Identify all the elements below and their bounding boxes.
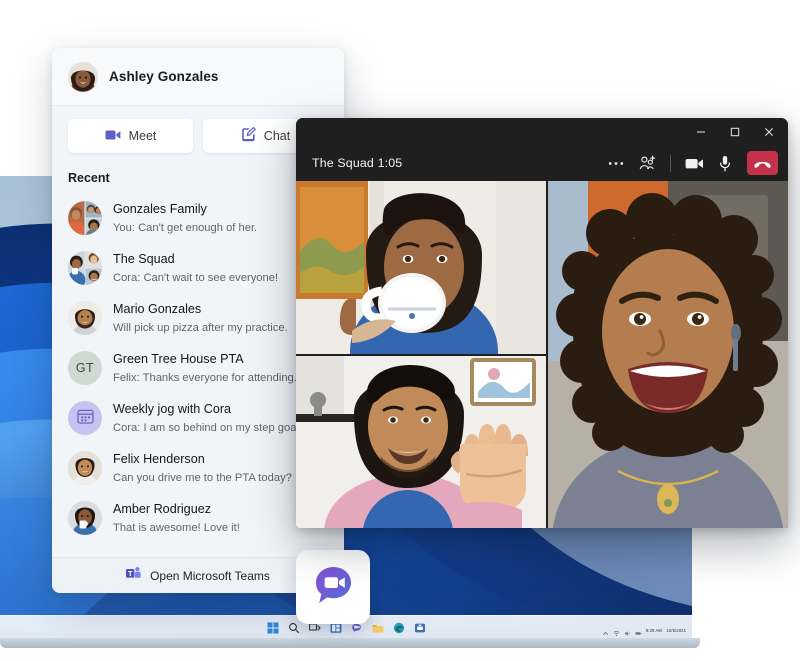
add-people-button[interactable] <box>633 150 661 176</box>
start-button[interactable] <box>267 621 279 633</box>
chat-title: Gonzales Family <box>113 202 207 216</box>
panel-header: Ashley Gonzales <box>52 48 344 106</box>
hang-up-button[interactable] <box>747 151 778 175</box>
laptop-base <box>0 638 700 648</box>
chat-preview: Will pick up pizza after my practice. <box>113 322 288 334</box>
avatar-amber-rodriguez <box>68 501 102 535</box>
chat-button-label: Chat <box>264 129 290 143</box>
group-avatar-gonzales-family <box>68 201 102 235</box>
clock-time: 8:28 AM <box>646 628 662 633</box>
group-avatar-the-squad <box>68 251 102 285</box>
avatar-mario-gonzales <box>68 301 102 335</box>
svg-text:T: T <box>128 569 133 578</box>
call-title: The Squad 1:05 <box>312 156 602 170</box>
volume-icon[interactable] <box>624 624 631 631</box>
maximize-button[interactable] <box>718 118 752 145</box>
store-icon[interactable] <box>414 621 426 633</box>
calendar-icon <box>77 408 94 429</box>
chat-preview: Can you drive me to the PTA today? <box>113 472 292 484</box>
taskbar-clock[interactable]: 8:28 AM 10/6/2021 <box>646 619 686 637</box>
chat-title: The Squad <box>113 252 175 266</box>
chat-app-icon[interactable] <box>296 550 370 624</box>
chat-video-bubble-icon <box>310 562 356 613</box>
chat-title: Felix Henderson <box>113 452 205 466</box>
open-microsoft-teams-label: Open Microsoft Teams <box>150 569 270 583</box>
chat-preview: Cora: I am so behind on my step goals. <box>113 422 308 434</box>
call-action-buttons <box>602 150 778 176</box>
network-icon[interactable] <box>613 624 620 631</box>
system-tray[interactable]: 8:28 AM 10/6/2021 <box>602 616 686 638</box>
avatar-initials: GT <box>76 361 94 375</box>
participant-tiles-left-column <box>296 181 546 528</box>
battery-icon[interactable] <box>635 624 642 631</box>
meet-button[interactable]: Meet <box>68 119 193 153</box>
clock-date: 10/6/2021 <box>666 628 686 633</box>
search-icon[interactable] <box>288 621 300 633</box>
current-user-avatar[interactable] <box>68 62 98 92</box>
more-options-button[interactable] <box>602 150 630 176</box>
compose-chat-icon <box>241 127 256 145</box>
call-toolbar: The Squad 1:05 <box>296 145 788 181</box>
chat-title: Weekly jog with Cora <box>113 402 231 416</box>
avatar-felix-henderson <box>68 451 102 485</box>
close-button[interactable] <box>752 118 786 145</box>
avatar-weekly-jog-with-cora <box>68 401 102 435</box>
current-user-name: Ashley Gonzales <box>109 69 219 84</box>
chat-preview: Felix: Thanks everyone for attending. <box>113 372 297 384</box>
meet-button-label: Meet <box>129 129 157 143</box>
minimize-button[interactable] <box>684 118 718 145</box>
call-window-titlebar[interactable] <box>296 118 788 145</box>
folder-icon[interactable] <box>372 621 384 633</box>
participant-tile-coffee-woman[interactable] <box>296 181 546 354</box>
edge-icon[interactable] <box>393 621 405 633</box>
participant-tile-laughing-woman[interactable] <box>548 181 788 528</box>
participant-tiles <box>296 181 788 528</box>
participant-tile-waving-man[interactable] <box>296 356 546 529</box>
chat-preview: That is awesome! Love it! <box>113 522 240 534</box>
screenshot-root: 8:28 AM 10/6/2021 <box>0 0 800 661</box>
microsoft-teams-icon: T <box>126 566 141 585</box>
toggle-mic-button[interactable] <box>711 150 739 176</box>
show-hidden-icons-icon[interactable] <box>602 624 609 631</box>
chat-title: Amber Rodriguez <box>113 502 211 516</box>
chat-preview: Cora: Can't wait to see everyone! <box>113 272 278 284</box>
video-camera-icon <box>105 129 121 144</box>
call-window: The Squad 1:05 <box>296 118 788 528</box>
chat-title: Green Tree House PTA <box>113 352 244 366</box>
chat-title: Mario Gonzales <box>113 302 201 316</box>
toolbar-divider <box>670 155 671 172</box>
avatar-green-tree-house-pta: GT <box>68 351 102 385</box>
chat-preview: You: Can't get enough of her. <box>113 222 257 234</box>
toggle-camera-button[interactable] <box>680 150 708 176</box>
